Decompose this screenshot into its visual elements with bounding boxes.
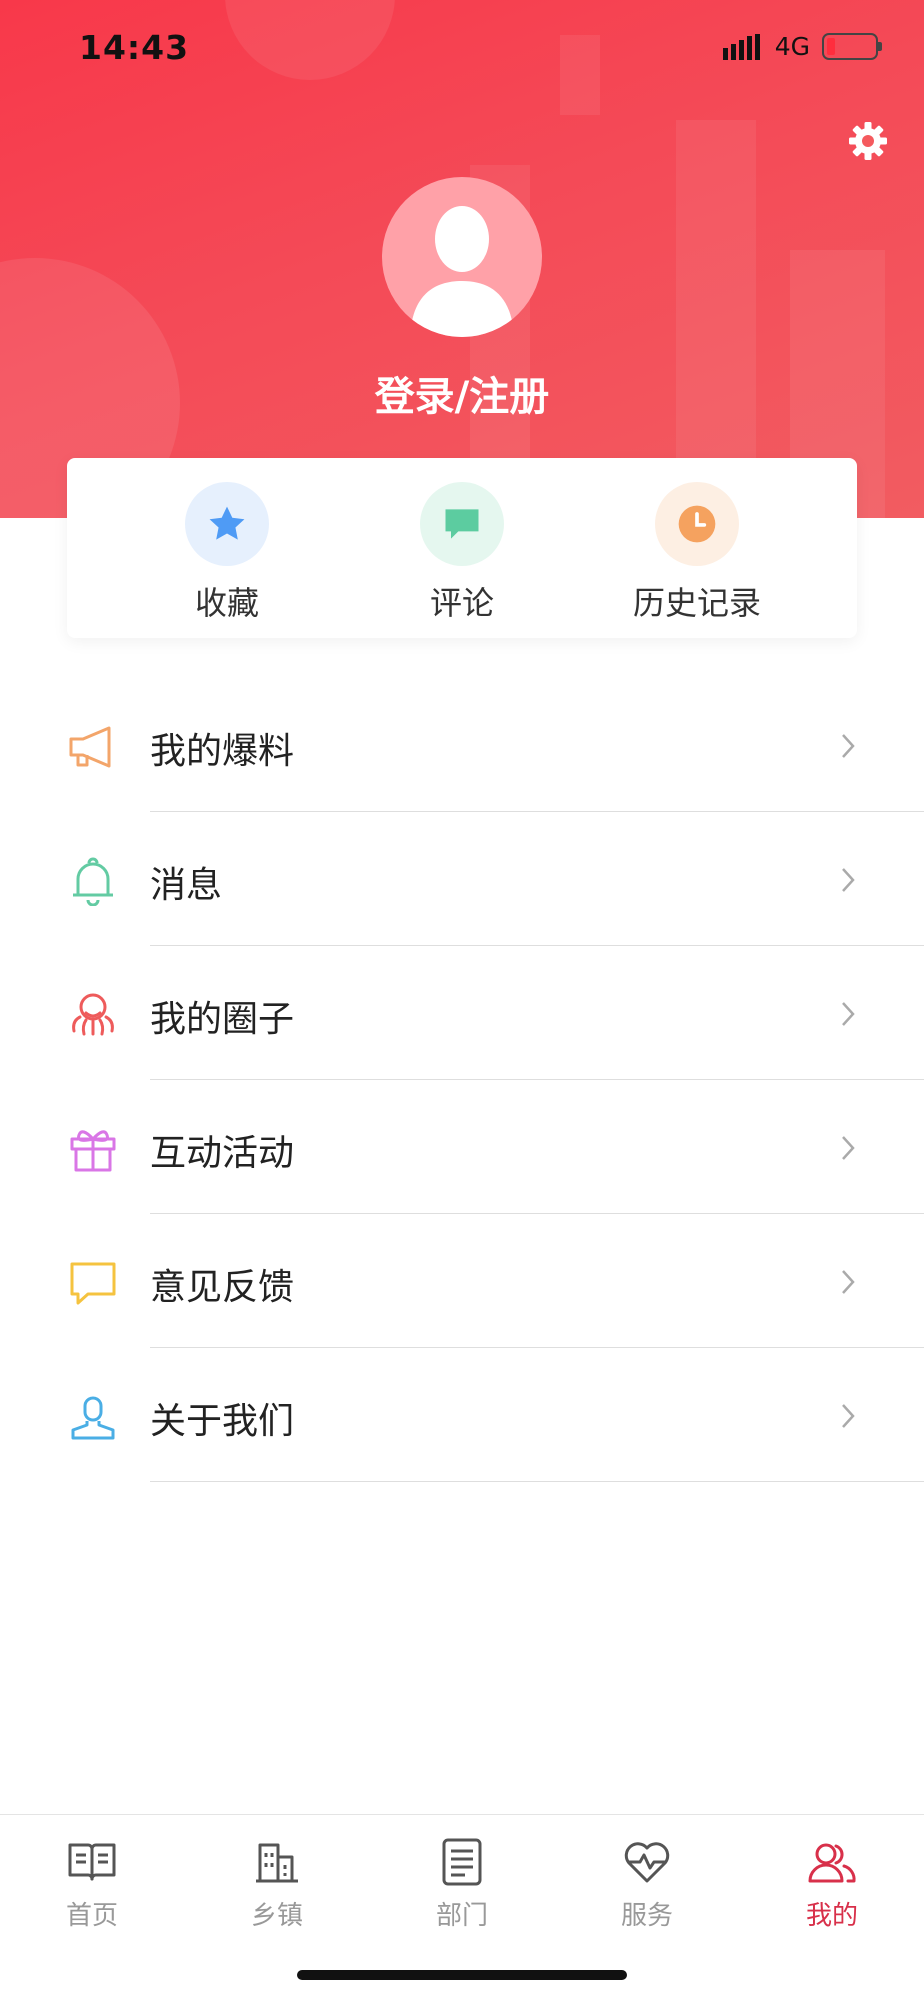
battery-icon — [822, 33, 882, 60]
star-icon — [209, 506, 245, 540]
megaphone-icon — [69, 726, 111, 768]
divider — [150, 1481, 924, 1482]
chevron-right-icon — [842, 1136, 855, 1160]
tab-label: 首页 — [65, 1901, 118, 1931]
menu-item-label: 消息 — [150, 865, 223, 906]
buildings-icon — [256, 1843, 298, 1883]
chevron-right-icon — [842, 1002, 855, 1026]
clock-icon — [678, 505, 716, 543]
history-icon-wrap — [655, 482, 739, 566]
comment-icon — [445, 509, 479, 539]
menu-item-label: 意见反馈 — [150, 1267, 295, 1308]
favorites-icon-wrap — [185, 482, 269, 566]
comments-icon-wrap — [420, 482, 504, 566]
signal-icon — [722, 33, 760, 60]
avatar[interactable] — [382, 177, 542, 337]
book-icon — [68, 1843, 116, 1881]
menu-item-interactive-activities[interactable]: 互动活动 — [0, 1080, 924, 1214]
quick-actions-card: 收藏 评论 历史记录 — [67, 458, 857, 638]
menu-item-about-us[interactable]: 关于我们 — [0, 1348, 924, 1482]
chevron-right-icon — [842, 868, 855, 892]
tab-label: 部门 — [435, 1901, 488, 1931]
quick-action-label: 收藏 — [194, 584, 259, 622]
gear-icon — [849, 122, 887, 160]
chevron-right-icon — [842, 1404, 855, 1428]
settings-button[interactable] — [848, 121, 888, 161]
home-indicator — [297, 1970, 627, 1980]
tab-mine[interactable]: 我的 — [762, 1837, 902, 1932]
heart-pulse-icon — [624, 1842, 670, 1883]
quick-action-history[interactable]: 历史记录 — [607, 482, 787, 622]
quick-action-comments[interactable]: 评论 — [372, 482, 552, 622]
network-type: 4G — [774, 32, 810, 61]
menu-item-my-circles[interactable]: 我的圈子 — [0, 946, 924, 1080]
document-icon — [442, 1838, 482, 1886]
menu-item-label: 互动活动 — [150, 1133, 295, 1174]
tab-label: 服务 — [620, 1901, 673, 1931]
tab-label: 乡镇 — [250, 1901, 303, 1931]
tab-label: 我的 — [805, 1901, 858, 1931]
decorative-building — [560, 35, 600, 115]
tab-towns[interactable]: 乡镇 — [207, 1837, 347, 1932]
profile-header: 14:43 4G 登录/注册 — [0, 0, 924, 518]
gift-icon — [70, 1130, 116, 1172]
menu-item-label: 我的爆料 — [150, 731, 295, 772]
chevron-right-icon — [842, 734, 855, 758]
menu-item-feedback[interactable]: 意见反馈 — [0, 1214, 924, 1348]
tab-departments[interactable]: 部门 — [392, 1837, 532, 1932]
circle-group-icon — [72, 993, 114, 1036]
feedback-bubble-icon — [70, 1262, 116, 1305]
menu-item-my-reports[interactable]: 我的爆料 — [0, 678, 924, 812]
user-outline-icon — [71, 1396, 115, 1440]
quick-action-label: 历史记录 — [632, 584, 761, 622]
quick-action-label: 评论 — [429, 584, 494, 622]
status-time: 14:43 — [79, 28, 190, 67]
menu-item-label: 关于我们 — [150, 1401, 295, 1442]
decorative-circle — [225, 0, 395, 80]
quick-action-favorites[interactable]: 收藏 — [137, 482, 317, 622]
login-register-link[interactable]: 登录/注册 — [0, 364, 924, 422]
status-indicators: 4G — [722, 32, 882, 61]
chevron-right-icon — [842, 1270, 855, 1294]
users-icon — [808, 1843, 856, 1883]
menu-item-label: 我的圈子 — [150, 999, 295, 1040]
tab-services[interactable]: 服务 — [577, 1837, 717, 1932]
default-avatar-icon — [410, 206, 514, 337]
menu-item-messages[interactable]: 消息 — [0, 812, 924, 946]
bell-icon — [73, 857, 113, 906]
tab-home[interactable]: 首页 — [22, 1837, 162, 1932]
